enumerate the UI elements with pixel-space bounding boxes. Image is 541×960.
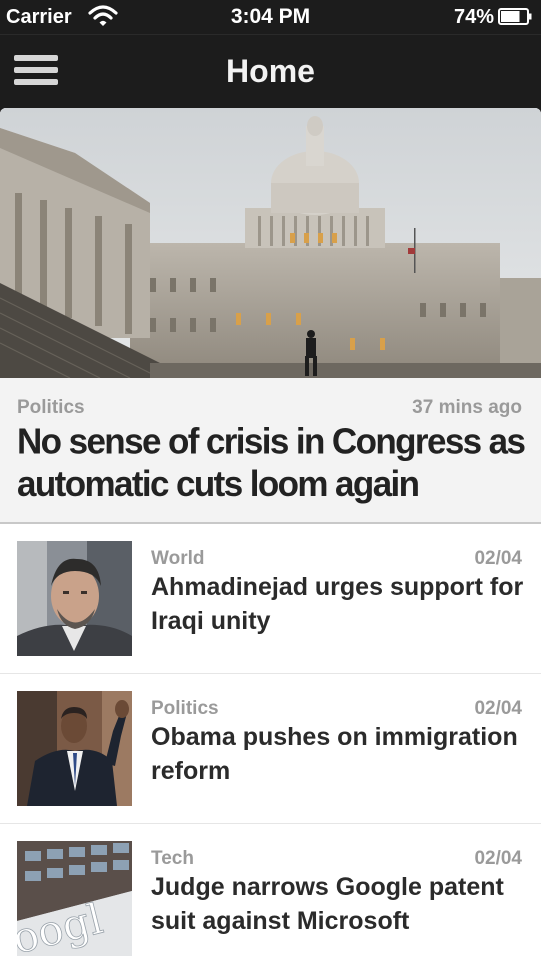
page-title: Home [226, 53, 315, 89]
obama-waving-photo [17, 691, 132, 806]
article-category: Politics [151, 698, 219, 719]
article-date: 02/04 [474, 698, 522, 719]
navigation-bar: Home [0, 34, 541, 108]
article-date: 02/04 [474, 848, 522, 869]
article-thumbnail [17, 691, 132, 806]
article-meta: World 02/04 [151, 548, 522, 570]
article-headline[interactable]: Ahmadinejad urges support for Iraqi unit… [151, 570, 529, 638]
article-headline[interactable]: Judge narrows Google patent suit against… [151, 870, 529, 938]
app-screen: Carrier 3:04 PM 74% Home Politics 37 min… [0, 0, 541, 960]
article-meta: Tech 02/04 [151, 848, 522, 870]
article-list-item[interactable]: World 02/04 Ahmadinejad urges support fo… [0, 524, 541, 674]
battery-percentage: 74% [453, 6, 494, 28]
article-thumbnail [17, 541, 132, 656]
article-category: Tech [151, 848, 194, 869]
article-date: 02/04 [474, 548, 522, 569]
capitol-building-photo [0, 108, 541, 378]
featured-article-headline[interactable]: No sense of crisis in Congress as automa… [17, 420, 527, 505]
article-list-item[interactable]: Politics 02/04 Obama pushes on immigrati… [0, 674, 541, 824]
featured-article[interactable]: Politics 37 mins ago No sense of crisis … [0, 108, 541, 524]
featured-article-meta: Politics 37 mins ago [17, 397, 522, 421]
article-thumbnail: oogl [17, 841, 132, 956]
google-building-sign-photo: oogl [17, 841, 132, 956]
article-meta: Politics 02/04 [151, 698, 522, 720]
battery-icon [498, 8, 532, 25]
news-feed[interactable]: Politics 37 mins ago No sense of crisis … [0, 108, 541, 960]
article-headline[interactable]: Obama pushes on immigration reform [151, 720, 529, 788]
article-list-item[interactable]: oogl Tech 02/04 Judge narrows Google pat… [0, 824, 541, 960]
article-category: World [151, 548, 205, 569]
article-timestamp: 37 mins ago [412, 397, 522, 418]
article-category: Politics [17, 397, 85, 418]
status-bar: Carrier 3:04 PM 74% [0, 0, 541, 34]
ahmadinejad-portrait-photo [17, 541, 132, 656]
